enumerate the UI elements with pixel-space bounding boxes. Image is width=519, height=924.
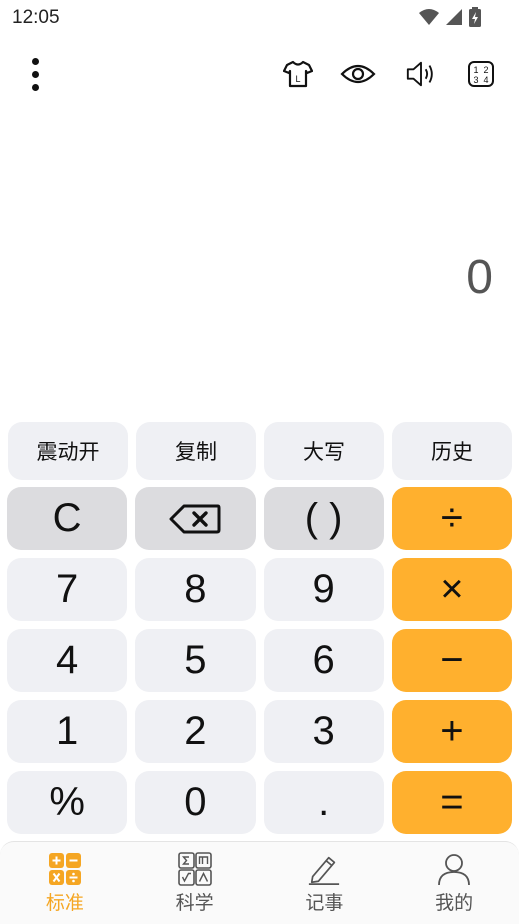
key-row: % 0 . = (7, 771, 512, 834)
percent-key[interactable]: % (7, 771, 128, 834)
toolbar: L 1 2 3 4 (0, 48, 519, 98)
status-icons (419, 7, 481, 27)
eye-icon[interactable] (340, 58, 376, 90)
display-value: 0 (466, 251, 493, 304)
svg-text:3: 3 (473, 75, 478, 85)
bottom-nav: 标准 科学 记事 我的 (0, 841, 519, 924)
digit-3-key[interactable]: 3 (263, 700, 384, 763)
key-row: 4 5 6 − (7, 629, 512, 692)
parentheses-key[interactable]: ( ) (263, 487, 384, 550)
digit-7-key[interactable]: 7 (7, 558, 128, 621)
svg-text:4: 4 (483, 75, 488, 85)
digit-4-key[interactable]: 4 (7, 629, 128, 692)
nav-item-profile[interactable]: 我的 (389, 842, 519, 924)
standard-calc-icon (48, 852, 82, 886)
key-row: 1 2 3 + (7, 700, 512, 763)
function-row: 震动开 复制 大写 历史 (8, 422, 512, 480)
svg-text:L: L (295, 74, 300, 84)
nav-item-notes[interactable]: 记事 (260, 842, 390, 924)
digit-0-key[interactable]: 0 (135, 771, 256, 834)
digit-9-key[interactable]: 9 (263, 558, 384, 621)
backspace-key[interactable] (135, 487, 256, 550)
nav-label-standard: 标准 (45, 893, 84, 914)
volume-icon[interactable] (405, 58, 437, 90)
digit-8-key[interactable]: 8 (135, 558, 256, 621)
add-key[interactable]: + (391, 700, 512, 763)
digit-5-key[interactable]: 5 (135, 629, 256, 692)
more-vert-icon[interactable] (20, 56, 50, 92)
svg-text:1: 1 (473, 65, 478, 75)
profile-icon (437, 852, 471, 886)
multiply-key[interactable]: × (391, 558, 512, 621)
digit-1-key[interactable]: 1 (7, 700, 128, 763)
clear-key[interactable]: C (7, 487, 128, 550)
svg-text:2: 2 (483, 65, 488, 75)
digit-2-key[interactable]: 2 (135, 700, 256, 763)
copy-button[interactable]: 复制 (136, 422, 256, 480)
key-row: C ( ) ÷ (7, 487, 512, 550)
status-bar: 12:05 (0, 0, 519, 36)
calculator-display: 0 (0, 100, 519, 412)
keypad-layout-icon[interactable]: 1 2 3 4 (465, 58, 497, 90)
divide-key[interactable]: ÷ (391, 487, 512, 550)
uppercase-button[interactable]: 大写 (264, 422, 384, 480)
nav-label-profile: 我的 (435, 893, 474, 914)
scientific-calc-icon (177, 852, 212, 886)
status-time: 12:05 (12, 7, 60, 28)
wifi-icon (419, 9, 439, 25)
nav-label-scientific: 科学 (175, 893, 214, 914)
nav-item-standard[interactable]: 标准 (0, 842, 130, 924)
key-row: 7 8 9 × (7, 558, 512, 621)
shirt-icon[interactable]: L (282, 58, 314, 90)
vibration-toggle-button[interactable]: 震动开 (8, 422, 128, 480)
equals-key[interactable]: = (391, 771, 512, 834)
history-button[interactable]: 历史 (392, 422, 512, 480)
battery-icon (469, 7, 481, 27)
nav-label-notes: 记事 (305, 893, 344, 914)
subtract-key[interactable]: − (391, 629, 512, 692)
keypad: C ( ) ÷ 7 8 9 × 4 5 6 − 1 2 3 + % 0 . = (7, 487, 512, 842)
backspace-icon (169, 504, 221, 533)
signal-icon (446, 9, 462, 25)
nav-item-scientific[interactable]: 科学 (130, 842, 260, 924)
notes-pencil-icon (307, 852, 341, 886)
decimal-point-key[interactable]: . (263, 771, 384, 834)
digit-6-key[interactable]: 6 (263, 629, 384, 692)
